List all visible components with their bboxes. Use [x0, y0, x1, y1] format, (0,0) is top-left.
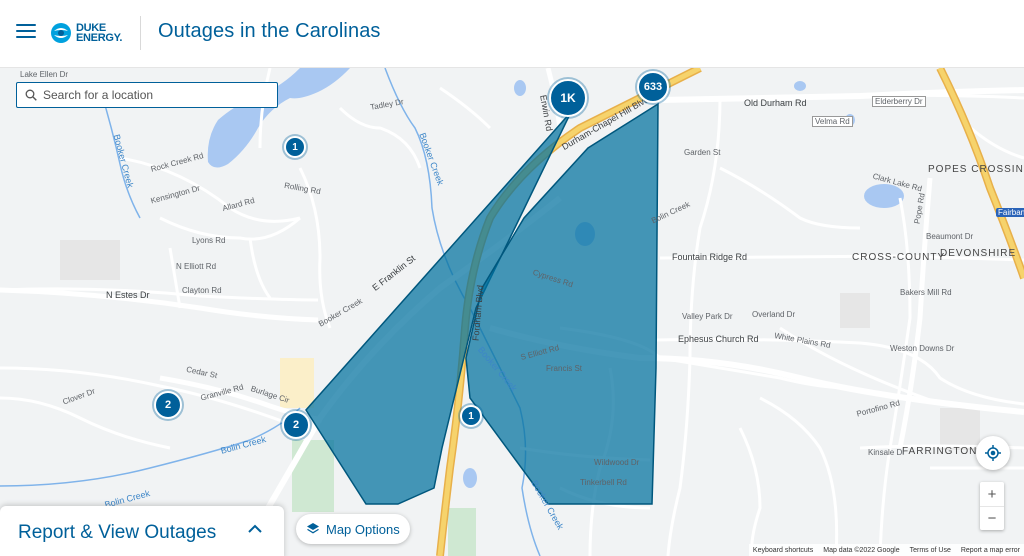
outage-marker-1-north[interactable]: 1 — [284, 136, 306, 158]
road-label-fountain-ridge: Fountain Ridge Rd — [672, 252, 748, 262]
outage-area-633[interactable] — [465, 102, 659, 505]
report-outages-panel[interactable]: Report & View Outages — [0, 506, 284, 556]
map-base — [0, 68, 1024, 556]
search-icon — [25, 89, 37, 101]
road-label-ephesus-church: Ephesus Church Rd — [678, 334, 759, 344]
outage-marker-1k[interactable]: 1K — [549, 79, 587, 117]
crosshair-icon — [985, 445, 1001, 461]
duke-energy-logo[interactable]: DUKE ENERGY. — [50, 17, 130, 49]
my-location-button[interactable] — [976, 436, 1010, 470]
shield-1123: Elderberry Dr — [872, 96, 926, 107]
outage-marker-2-west[interactable]: 2 — [154, 391, 182, 419]
commercial-area-2 — [940, 408, 980, 450]
location-search[interactable] — [16, 82, 278, 108]
logo-line2: ENERGY. — [76, 32, 123, 44]
area-label-devonshire: DEVONSHIRE — [940, 248, 1017, 259]
road-label-weston-downs: Weston Downs Dr — [890, 344, 955, 353]
layers-icon — [307, 523, 319, 534]
road-label-n-estes: N Estes Dr — [106, 290, 150, 300]
logo-wordmark: DUKE ENERGY. — [76, 23, 123, 44]
road-label-lyons: Lyons Rd — [192, 236, 226, 245]
shield-40: Fairbanks Dr — [996, 208, 1024, 217]
terms-of-use-link[interactable]: Terms of Use — [910, 547, 951, 554]
area-label-cross-county: CROSS-COUNTY — [852, 252, 946, 263]
outage-marker-2-south[interactable]: 2 — [282, 411, 310, 439]
chevron-up-icon[interactable] — [248, 524, 262, 534]
zoom-in-button[interactable]: + — [980, 482, 1004, 506]
road-label-cypress: Francis St — [546, 364, 583, 373]
keyboard-shortcuts-link[interactable]: Keyboard shortcuts — [753, 547, 813, 554]
report-panel-title: Report & View Outages — [18, 522, 217, 543]
zoom-control: + − — [980, 482, 1004, 530]
road-label-ferrell: Valley Park Dr — [682, 312, 733, 321]
estes-drive — [0, 287, 319, 323]
pond-3 — [463, 468, 477, 488]
logo-mark-icon — [51, 23, 71, 43]
pond-4 — [514, 80, 526, 96]
road-label-n-elliott: N Elliott Rd — [176, 262, 217, 271]
road-label-old-durham: Old Durham Rd — [744, 98, 807, 108]
hamburger-icon[interactable] — [16, 24, 36, 40]
road-label-wildwood: Tinkerbell Rd — [580, 478, 627, 487]
site-header: DUKE ENERGY. Outages in the Carolinas — [0, 0, 1024, 68]
map-data-text: Map data ©2022 Google — [823, 546, 900, 554]
road-label-beaumont: Beaumont Dr — [926, 232, 974, 241]
outage-map[interactable]: POPES CROSSING CROSS-COUNTY DEVONSHIRE F… — [0, 68, 1024, 556]
road-label-garden: Garden St — [684, 148, 721, 157]
road-label-clayton: Clayton Rd — [182, 286, 222, 295]
header-divider — [140, 16, 141, 50]
map-options-button[interactable]: Map Options — [296, 514, 410, 544]
area-label-popes-crossing: POPES CROSSING — [928, 164, 1024, 175]
search-input[interactable] — [43, 88, 263, 102]
road-label-leclair: Wildwood Dr — [594, 458, 640, 467]
map-options-label: Map Options — [326, 521, 400, 537]
pond-6 — [794, 81, 806, 91]
app-root: DUKE ENERGY. Outages in the Carolinas PO… — [0, 0, 1024, 556]
shield-1124: Velma Rd — [812, 116, 853, 127]
map-attribution: Keyboard shortcuts Map data ©2022 Google… — [748, 544, 1024, 556]
park-area-2 — [448, 508, 476, 556]
zoom-out-button[interactable]: − — [980, 507, 1004, 530]
commercial-area — [60, 240, 120, 280]
road-label-bakers-mill: Bakers Mill Rd — [900, 288, 952, 297]
page-title: Outages in the Carolinas — [158, 20, 381, 42]
road-label-kinsale: Kinsale Dr — [868, 448, 905, 457]
area-label-farrington: FARRINGTON — [902, 446, 978, 457]
road-label-overland: Overland Dr — [752, 310, 796, 319]
road-label-lake-ellen: Lake Ellen Dr — [20, 70, 69, 79]
outage-marker-1-center[interactable]: 1 — [460, 405, 482, 427]
outage-marker-633[interactable]: 633 — [637, 71, 669, 103]
commercial-area-3 — [840, 293, 870, 328]
report-map-error-link[interactable]: Report a map error — [961, 547, 1020, 554]
